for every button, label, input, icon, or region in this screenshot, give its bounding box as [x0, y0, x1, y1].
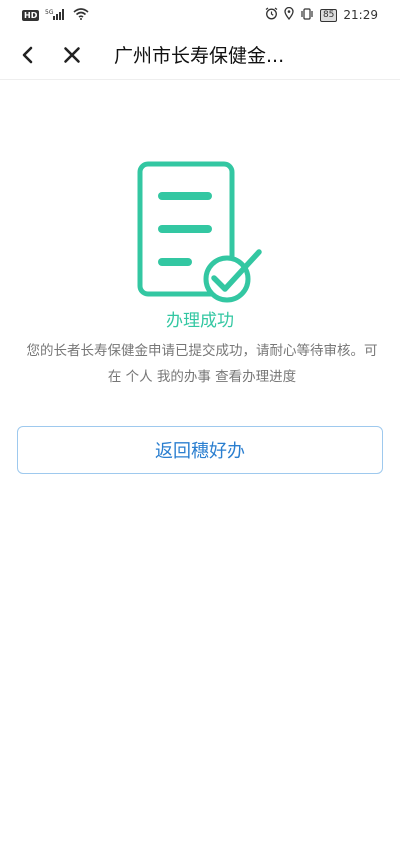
vibrate-icon	[300, 7, 314, 23]
alarm-icon	[265, 7, 278, 23]
back-button[interactable]	[8, 35, 48, 75]
status-bar: HD 5G 85 21:29	[0, 0, 400, 30]
signal-icon: 5G	[45, 8, 67, 23]
success-title: 办理成功	[166, 311, 234, 331]
success-document-icon	[130, 158, 270, 308]
battery-indicator: 85	[319, 8, 338, 22]
close-icon	[64, 46, 80, 63]
clock-time: 21:29	[343, 8, 378, 22]
wifi-icon	[73, 7, 89, 23]
location-icon	[284, 6, 294, 23]
hd-badge: HD	[22, 9, 40, 21]
success-message: 您的长者长寿保健金申请已提交成功，请耐心等待审核。可在 个人 我的办事 查看办理…	[26, 343, 378, 385]
back-arrow-icon	[22, 46, 33, 63]
page-title: 广州市长寿保健金...	[114, 45, 285, 67]
close-button[interactable]	[52, 35, 92, 75]
nav-bar: 广州市长寿保健金...	[0, 30, 400, 80]
network-type-label: 5G	[45, 9, 54, 16]
return-button[interactable]: 返回穗好办	[17, 426, 383, 474]
status-bar-left: HD 5G	[22, 7, 89, 23]
status-bar-right: 85 21:29	[265, 6, 378, 23]
